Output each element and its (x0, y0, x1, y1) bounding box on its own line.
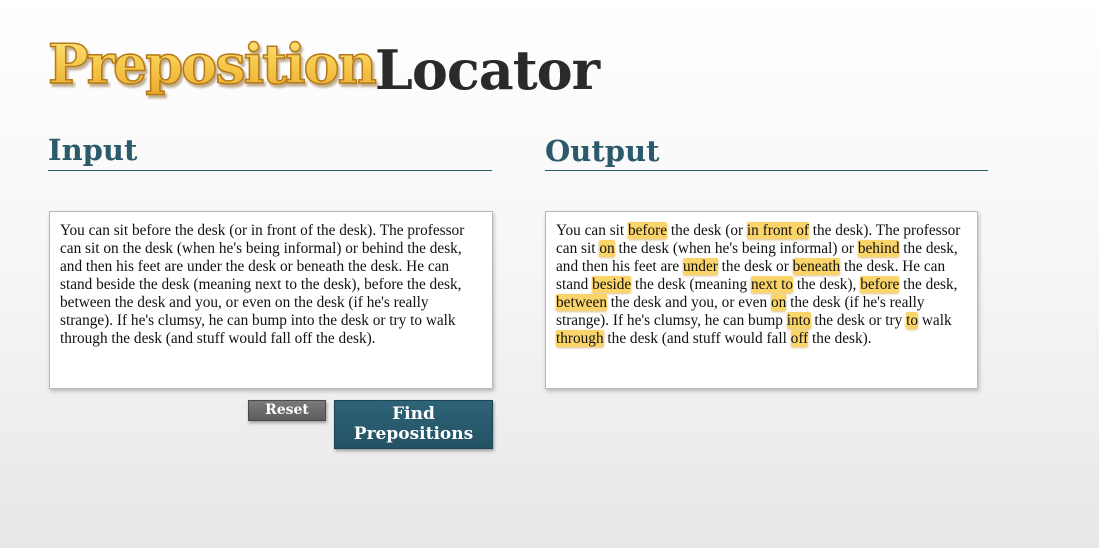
output-panel: You can sit before the desk (or in front… (545, 211, 978, 389)
output-text-segment: the desk or (717, 258, 793, 275)
input-textarea[interactable]: You can sit before the desk (or in front… (49, 211, 493, 389)
highlighted-preposition: behind (857, 240, 900, 257)
highlighted-preposition: on (770, 294, 787, 311)
output-text-segment: the desk (when he's being informal) or (614, 240, 858, 257)
highlighted-preposition: to (906, 312, 919, 329)
highlighted-preposition: under (683, 258, 718, 275)
output-heading-rule (545, 170, 988, 171)
output-text-segment: the desk (meaning (631, 276, 752, 293)
output-text-segment: the desk or try (810, 312, 907, 329)
highlighted-preposition: next to (751, 276, 794, 293)
reset-button[interactable]: Reset (248, 400, 326, 421)
output-text-segment: the desk). (808, 330, 872, 347)
highlighted-preposition: on (599, 240, 615, 257)
highlighted-preposition: between (556, 294, 607, 311)
output-text-segment: the desk and you, or even (606, 294, 771, 311)
highlighted-preposition: off (790, 330, 809, 347)
highlighted-preposition: in front of (746, 222, 809, 239)
highlighted-preposition: before (627, 222, 668, 239)
highlighted-preposition: beneath (792, 258, 841, 275)
output-text-segment: walk (918, 312, 952, 329)
highlighted-preposition: before (860, 276, 900, 293)
output-heading: Output (545, 134, 660, 168)
output-text-segment: You can sit (556, 222, 628, 239)
find-prepositions-button[interactable]: Find Prepositions (334, 400, 493, 449)
highlighted-preposition: beside (592, 276, 632, 293)
input-heading-rule (48, 170, 492, 171)
app-logo: PrepositionLocator (47, 24, 600, 104)
output-text-segment: the desk (and stuff would fall (603, 330, 791, 347)
highlighted-preposition: into (786, 312, 811, 329)
find-button-line2: Prepositions (353, 424, 474, 444)
find-button-line1: Find (392, 404, 435, 424)
output-text-segment: the desk), (793, 276, 861, 293)
input-heading: Input (48, 133, 138, 167)
output-text-segment: the desk (or (667, 222, 747, 239)
highlighted-preposition: through (556, 330, 604, 347)
logo-word-preposition: Preposition (47, 31, 377, 97)
logo-word-locator: Locator (374, 38, 600, 102)
output-text-segment: the desk, (899, 276, 958, 293)
